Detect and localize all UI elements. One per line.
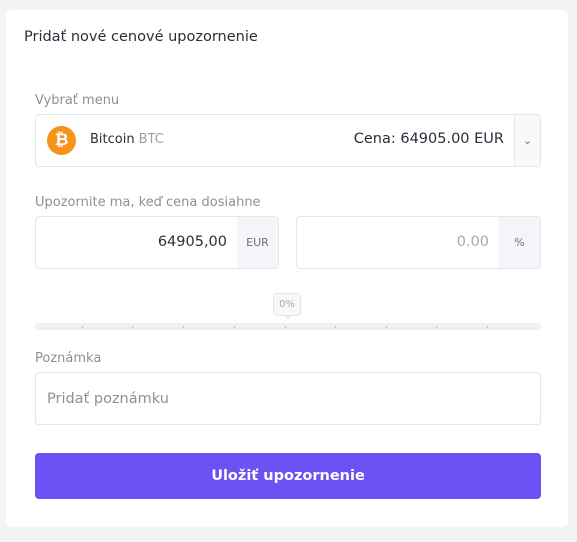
slider-tick <box>335 326 336 328</box>
save-alert-button[interactable]: Uložiť upozornenie <box>35 453 541 499</box>
bitcoin-icon: ₿ <box>47 126 76 155</box>
percent-suffix: % <box>499 217 540 268</box>
slider-tick <box>82 326 83 328</box>
slider-tick <box>183 326 184 328</box>
coin-symbol: BTC <box>138 132 164 147</box>
slider-tick <box>436 326 437 328</box>
slider-tick <box>487 326 488 328</box>
target-price-field[interactable]: 64905,00 EUR <box>35 216 279 269</box>
percent-slider[interactable] <box>35 323 541 330</box>
slider-handle[interactable]: 0% <box>273 293 301 320</box>
card-title: Pridať nové cenové upozornenie <box>24 29 258 45</box>
coin-name-text: Bitcoin <box>90 132 135 147</box>
target-price-value: 64905,00 <box>157 234 227 250</box>
chevron-down-icon[interactable]: ⌄ <box>514 115 540 166</box>
slider-tick <box>386 326 387 328</box>
coin-name: Bitcoin BTC <box>90 132 164 147</box>
note-input[interactable] <box>36 373 540 424</box>
currency-select-label: Vybrať menu <box>35 93 120 108</box>
slider-tick <box>234 326 235 328</box>
alert-condition-label: Upozornite ma, keď cena dosiahne <box>35 195 261 210</box>
percent-change-field[interactable]: 0.00 % <box>296 216 541 269</box>
note-field[interactable] <box>35 372 541 425</box>
note-label: Poznámka <box>35 351 102 366</box>
slider-tick <box>285 326 286 328</box>
slider-tick <box>132 326 133 328</box>
currency-suffix: EUR <box>237 217 278 268</box>
currency-select[interactable]: ₿ Bitcoin BTC Cena: 64905.00 EUR ⌄ <box>35 114 541 167</box>
percent-change-value: 0.00 <box>456 234 489 250</box>
current-price: Cena: 64905.00 EUR <box>353 131 504 147</box>
price-alert-card: Pridať nové cenové upozornenie Vybrať me… <box>6 10 568 527</box>
